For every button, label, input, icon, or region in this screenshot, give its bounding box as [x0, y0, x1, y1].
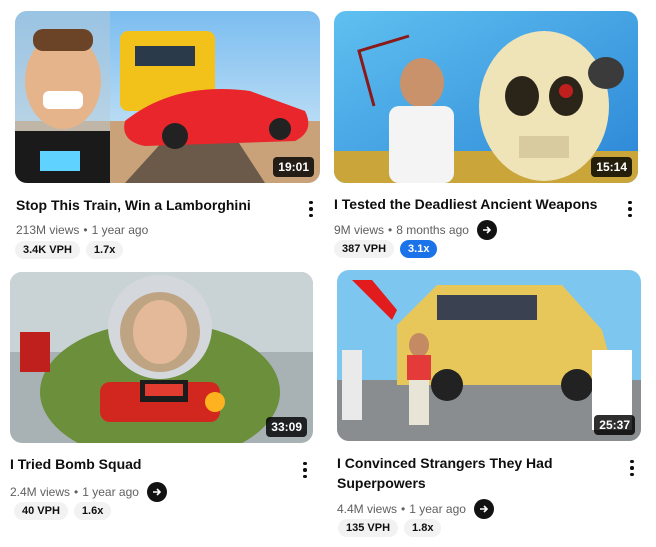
vph-badge: 40 VPH — [14, 502, 68, 520]
video-title[interactable]: I Tried Bomb Squad — [10, 454, 280, 474]
more-vert-icon[interactable] — [622, 456, 642, 480]
multiplier-badge: 1.6x — [73, 502, 112, 520]
video-card[interactable]: 19:01 Stop This Train, Win a Lamborghini… — [15, 11, 320, 259]
stats-badges: 3.4K VPH 1.7x — [15, 241, 124, 259]
video-meta: 9M views • 8 months ago — [334, 220, 497, 240]
upload-age: 1 year ago — [91, 223, 149, 237]
video-thumbnail[interactable]: 19:01 — [15, 11, 320, 183]
duration-badge: 19:01 — [273, 157, 314, 177]
multiplier-badge: 1.7x — [85, 241, 124, 259]
video-card[interactable]: 33:09 I Tried Bomb Squad 2.4M views • 1 ye… — [10, 272, 313, 520]
view-count: 9M views — [334, 223, 385, 237]
video-card[interactable]: 15:14 I Tested the Deadliest Ancient Wea… — [334, 11, 638, 258]
vph-badge: 3.4K VPH — [15, 241, 80, 259]
vph-badge: 387 VPH — [334, 240, 395, 258]
video-meta: 213M views • 1 year ago — [16, 223, 149, 237]
multiplier-badge: 3.1x — [400, 240, 438, 258]
video-card[interactable]: 25:37 I Convinced Strangers They Had Sup… — [337, 270, 641, 537]
stats-badges: 135 VPH 1.8x — [338, 519, 442, 537]
video-thumbnail[interactable]: 25:37 — [337, 270, 641, 441]
arrow-right-circle-icon[interactable] — [476, 220, 497, 240]
video-thumbnail[interactable]: 15:14 — [334, 11, 638, 183]
arrow-right-circle-icon[interactable] — [146, 482, 167, 502]
duration-badge: 25:37 — [594, 415, 635, 435]
stats-badges: 387 VPH 3.1x — [334, 240, 438, 258]
more-vert-icon[interactable] — [295, 458, 315, 482]
video-meta: 2.4M views • 1 year ago — [10, 482, 167, 502]
upload-age: 1 year ago — [82, 485, 139, 499]
upload-age: 1 year ago — [409, 502, 466, 516]
multiplier-badge: 1.8x — [404, 519, 442, 537]
view-count: 213M views — [16, 223, 80, 237]
stats-badges: 40 VPH 1.6x — [14, 502, 112, 520]
more-vert-icon[interactable] — [301, 197, 321, 221]
upload-age: 8 months ago — [396, 223, 469, 237]
video-meta: 4.4M views • 1 year ago — [337, 499, 494, 519]
more-vert-icon[interactable] — [620, 197, 640, 221]
video-thumbnail[interactable]: 33:09 — [10, 272, 313, 443]
arrow-right-circle-icon[interactable] — [473, 499, 494, 519]
duration-badge: 33:09 — [266, 417, 307, 437]
video-title[interactable]: I Convinced Strangers They Had Superpowe… — [337, 453, 607, 493]
vph-badge: 135 VPH — [338, 519, 399, 537]
duration-badge: 15:14 — [591, 157, 632, 177]
video-title[interactable]: Stop This Train, Win a Lamborghini — [16, 195, 296, 215]
video-title[interactable]: I Tested the Deadliest Ancient Weapons — [334, 194, 614, 214]
view-count: 4.4M views — [337, 502, 398, 516]
view-count: 2.4M views — [10, 485, 71, 499]
